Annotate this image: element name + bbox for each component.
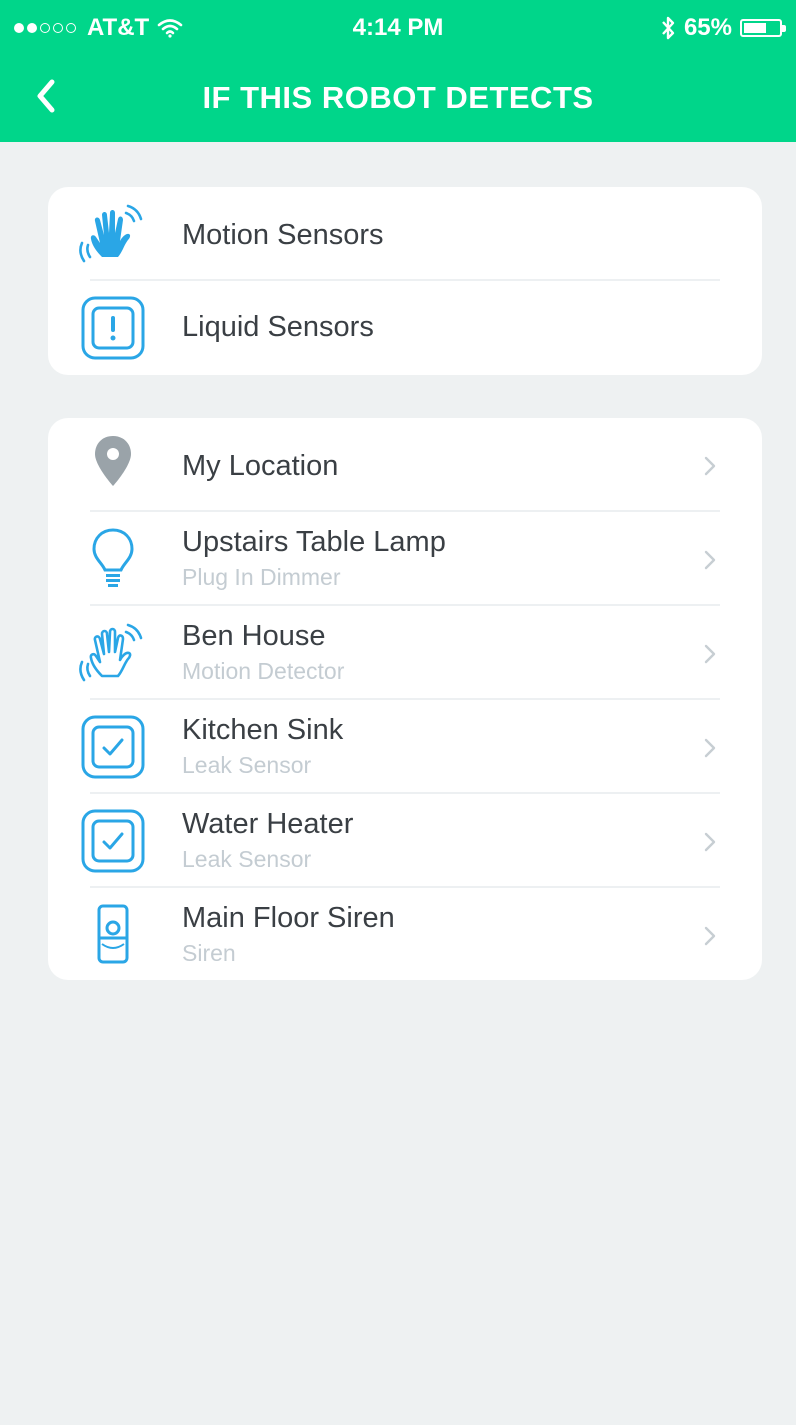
- list-item-motion-sensors[interactable]: Motion Sensors: [48, 187, 762, 281]
- siren-icon: [97, 904, 129, 964]
- app-header: AT&T 4:14 PM 65% IF THIS ROBOT DETECTS: [0, 0, 796, 142]
- list-item-label: Water Heater: [182, 808, 354, 840]
- list-item-upstairs-table-lamp[interactable]: Upstairs Table Lamp Plug In Dimmer: [48, 512, 762, 606]
- list-item-label: Liquid Sensors: [182, 311, 374, 343]
- waving-hand-icon: [79, 204, 143, 263]
- list-item-kitchen-sink[interactable]: Kitchen Sink Leak Sensor: [48, 700, 762, 794]
- list-item-label: My Location: [182, 450, 339, 482]
- location-pin-icon: [95, 436, 131, 486]
- list-item-ben-house[interactable]: Ben House Motion Detector: [48, 606, 762, 700]
- list-item-main-floor-siren[interactable]: Main Floor Siren Siren: [48, 888, 762, 980]
- list-item-my-location[interactable]: My Location: [48, 418, 762, 512]
- light-bulb-icon: [92, 528, 134, 587]
- list-item-label: Motion Sensors: [182, 219, 384, 251]
- list-item-label: Ben House: [182, 620, 326, 652]
- chevron-right-icon: [704, 926, 716, 946]
- battery-icon: [740, 19, 786, 37]
- chevron-right-icon: [704, 738, 716, 758]
- sensor-types-card: Motion Sensors Liquid Sensors: [48, 187, 762, 375]
- liquid-sensor-alert-icon: [81, 296, 145, 360]
- page-title: IF THIS ROBOT DETECTS: [202, 80, 594, 115]
- waving-hand-icon: [79, 623, 143, 682]
- battery-nub: [782, 25, 786, 32]
- list-item-subtitle: Motion Detector: [182, 658, 345, 684]
- list-item-label: Upstairs Table Lamp: [182, 526, 446, 558]
- chevron-right-icon: [704, 550, 716, 570]
- list-item-subtitle: Leak Sensor: [182, 752, 312, 778]
- list-item-liquid-sensors[interactable]: Liquid Sensors: [48, 281, 762, 375]
- battery-percent: 65%: [683, 14, 732, 41]
- list-item-label: Main Floor Siren: [182, 902, 395, 934]
- battery-fill: [744, 23, 767, 33]
- leak-sensor-check-icon: [81, 809, 145, 873]
- chevron-right-icon: [704, 456, 716, 476]
- bluetooth-icon: [662, 16, 675, 40]
- list-item-label: Kitchen Sink: [182, 714, 344, 746]
- list-item-water-heater[interactable]: Water Heater Leak Sensor: [48, 794, 762, 888]
- devices-card: My Location Upstairs Table Lamp Plug In …: [48, 418, 762, 980]
- list-item-subtitle: Leak Sensor: [182, 846, 312, 872]
- status-right: 65%: [660, 14, 786, 42]
- leak-sensor-check-icon: [81, 715, 145, 779]
- list-item-subtitle: Plug In Dimmer: [182, 564, 341, 590]
- list-item-subtitle: Siren: [182, 940, 236, 966]
- status-bar: AT&T 4:14 PM 65%: [0, 0, 796, 56]
- chevron-right-icon: [704, 832, 716, 852]
- chevron-right-icon: [704, 644, 716, 664]
